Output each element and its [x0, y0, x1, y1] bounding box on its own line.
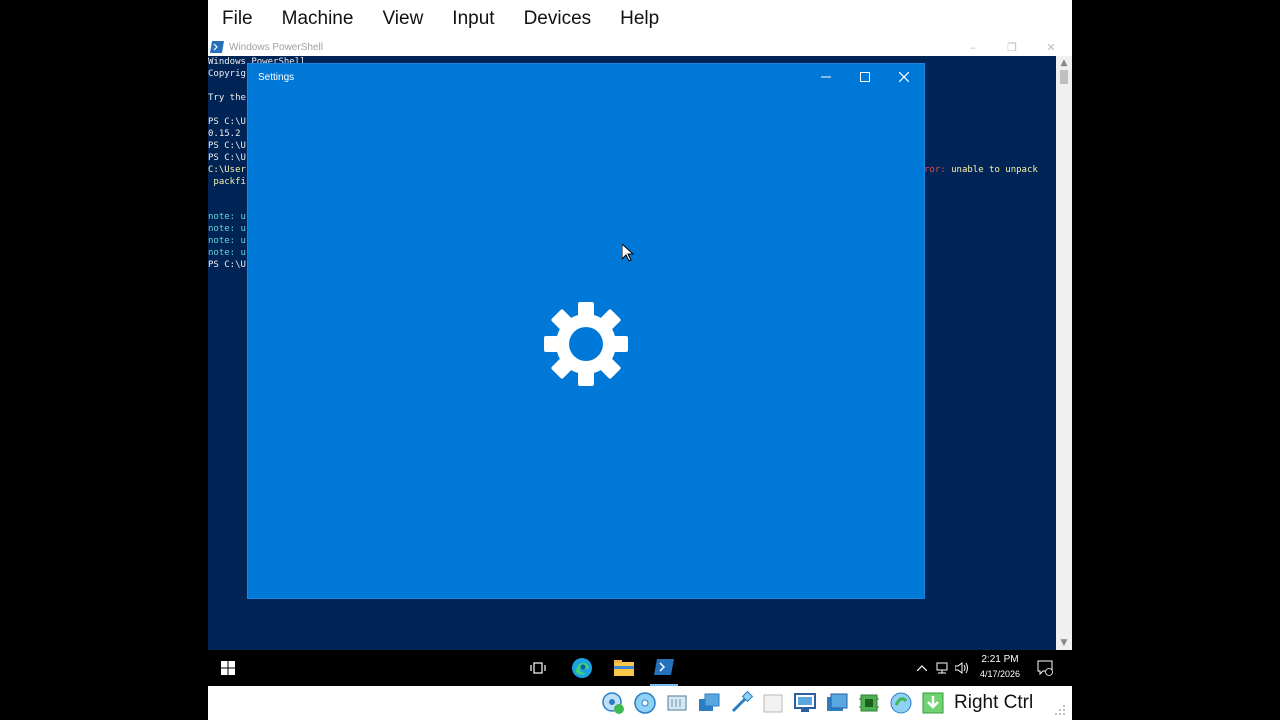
volume-tray-button[interactable] — [954, 650, 970, 686]
console-line: PS C:\U — [208, 141, 246, 151]
clock-time: 2:21 PM — [981, 654, 1019, 665]
task-view-icon — [530, 662, 546, 674]
file-explorer-icon — [614, 660, 634, 676]
menu-input[interactable]: Input — [452, 8, 494, 30]
settings-window[interactable]: Settings — [248, 64, 924, 598]
start-button[interactable] — [216, 650, 240, 686]
powershell-titlebar[interactable]: Windows PowerShell – ❐ ✕ — [208, 38, 1072, 56]
taskbar-file-explorer[interactable] — [610, 650, 638, 686]
network-adapter-icon[interactable] — [697, 691, 721, 715]
settings-close-button[interactable] — [885, 64, 923, 90]
optical-drive-icon[interactable] — [633, 691, 657, 715]
network-tray-button[interactable] — [934, 650, 950, 686]
guest-screen: Windows PowerShell – ❐ ✕ Windows PowerSh… — [208, 38, 1072, 686]
error-prefix: ror: — [924, 165, 946, 175]
powershell-minimize-button[interactable]: – — [954, 38, 992, 56]
video-capture-icon[interactable] — [825, 691, 849, 715]
settings-minimize-button[interactable] — [807, 64, 845, 90]
close-icon — [899, 72, 909, 82]
console-line: Try the — [208, 93, 246, 103]
cpu-icon[interactable] — [857, 691, 881, 715]
console-line: note: u — [208, 224, 246, 234]
scroll-up-arrow-icon[interactable]: ▲ — [1056, 56, 1072, 70]
gear-icon — [544, 302, 628, 386]
display-icon[interactable] — [793, 691, 817, 715]
powershell-scrollbar[interactable]: ▲ ▼ — [1056, 56, 1072, 650]
download-icon[interactable] — [921, 691, 945, 715]
audio-icon[interactable] — [665, 691, 689, 715]
menu-file[interactable]: File — [222, 8, 253, 30]
console-line: packfi — [208, 177, 246, 187]
hard-disk-icon[interactable] — [601, 691, 625, 715]
volume-icon — [955, 662, 968, 674]
powershell-icon — [654, 659, 674, 675]
maximize-icon — [860, 72, 870, 82]
console-line: note: u — [208, 236, 246, 246]
menu-view[interactable]: View — [382, 8, 423, 30]
console-line: PS C:\U — [208, 117, 246, 127]
network-icon — [936, 662, 948, 674]
console-line: note: u — [208, 212, 246, 222]
powershell-title: Windows PowerShell — [229, 41, 323, 53]
menu-help[interactable]: Help — [620, 8, 659, 30]
console-line: Copyrig — [208, 69, 246, 79]
windows-taskbar: 2:21 PM 4/17/2026 — [208, 650, 1072, 686]
edge-icon — [572, 658, 592, 678]
console-error-line: ror: unable to unpack — [924, 164, 1038, 176]
menu-devices[interactable]: Devices — [524, 8, 592, 30]
console-line: note: u — [208, 248, 246, 258]
action-center-button[interactable] — [1034, 650, 1056, 686]
taskbar-powershell[interactable] — [650, 650, 678, 686]
powershell-restore-button[interactable]: ❐ — [993, 38, 1031, 56]
windows-logo-icon — [221, 661, 235, 675]
scroll-down-arrow-icon[interactable]: ▼ — [1056, 636, 1072, 650]
settings-maximize-button[interactable] — [846, 64, 884, 90]
taskbar-clock[interactable]: 2:21 PM 4/17/2026 — [976, 653, 1024, 681]
console-line: PS C:\U — [208, 260, 246, 270]
menu-machine[interactable]: Machine — [282, 8, 354, 30]
taskbar-edge[interactable] — [568, 650, 596, 686]
notifications-icon — [1037, 660, 1053, 676]
console-line: 0.15.2 — [208, 129, 241, 139]
settings-title: Settings — [258, 72, 295, 83]
usb-icon[interactable] — [729, 691, 753, 715]
powershell-icon — [210, 41, 224, 53]
mouse-integration-icon[interactable] — [889, 691, 913, 715]
console-line: C:\User — [208, 165, 246, 175]
show-hidden-icons-button[interactable] — [914, 650, 930, 686]
vm-statusbar: Right Ctrl — [208, 686, 1072, 720]
error-message: unable to unpack — [945, 165, 1038, 175]
shared-folders-icon[interactable] — [761, 691, 785, 715]
console-line: PS C:\U — [208, 153, 246, 163]
virtualbox-vm-window: File Machine View Input Devices Help Win… — [208, 0, 1072, 720]
host-key-label: Right Ctrl — [954, 692, 1034, 713]
clock-date: 4/17/2026 — [979, 669, 1021, 679]
minimize-icon — [821, 76, 831, 78]
task-view-button[interactable] — [526, 650, 550, 686]
scroll-thumb[interactable] — [1060, 70, 1068, 84]
vm-menubar: File Machine View Input Devices Help — [208, 0, 1072, 38]
resize-grip-icon[interactable] — [1054, 704, 1066, 716]
powershell-close-button[interactable]: ✕ — [1032, 38, 1070, 56]
mouse-cursor-icon — [622, 244, 634, 262]
chevron-up-icon — [917, 665, 927, 671]
